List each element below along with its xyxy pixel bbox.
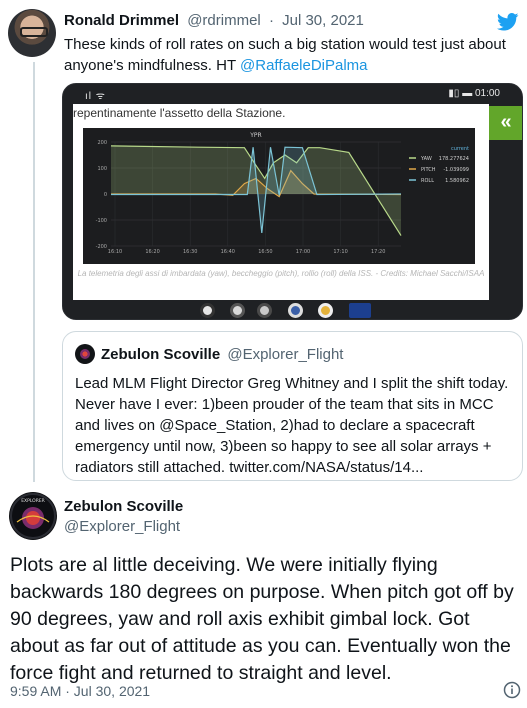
telemetry-chart: YPR 200 100 0 -100 -200 16:10 16:20 16:30 16:40 16… [83,128,475,264]
chart-title: YPR [249,132,261,139]
bird-icon[interactable] [497,13,519,31]
y-tick-label: 0 [104,192,107,198]
reply-tweet-header: Ronald Drimmel @rdrimmel · Jul 30, 2021 [64,12,364,29]
thread-line [33,62,35,482]
x-tick-label: 16:50 [258,249,272,255]
y-tick-label: 200 [97,140,107,146]
signal-icon: ıl ᯤ [85,91,106,102]
article-text: repentinamente l'assetto della Stazione. [73,106,286,120]
avatar[interactable]: EXPLORER [9,492,57,540]
legend-label: PITCH [421,167,436,173]
y-tick-label: -200 [96,244,107,250]
mission-patch-icon: EXPLORER [10,493,56,539]
phone-status-bar: ıl ᯤ ▮▯ ▬ 01:00 [63,84,522,104]
tweet-timestamp[interactable]: 9:59 AM · Jul 30, 2021 [10,683,150,699]
x-tick-label: 16:30 [183,249,197,255]
author-handle[interactable]: @Explorer_Flight [227,346,343,363]
legend-value: 1.580962 [445,178,469,184]
author-name[interactable]: Ronald Drimmel [64,12,179,29]
legend-value: -1.039099 [443,167,469,173]
mention-link[interactable]: @RaffaeleDiPalma [240,57,368,74]
x-tick-label: 17:20 [371,249,385,255]
battery-clock: ▮▯ ▬ 01:00 [448,88,500,99]
avatar[interactable] [8,9,56,57]
meta-separator: · [268,12,274,29]
x-tick-label: 16:40 [221,249,235,255]
esa-patch-icon [318,303,333,318]
quoted-tweet-text: Lead MLM Flight Director Greg Whitney an… [75,375,509,476]
agency-patch-icon [230,303,245,318]
avatar[interactable] [75,344,95,364]
legend-header: current [451,146,469,152]
logo-strip [63,300,522,319]
collapse-button[interactable]: « [489,106,522,140]
author-name[interactable]: Zebulon Scoville [64,498,183,515]
image-caption: La telemetria degli assi di imbardata (y… [77,269,485,278]
author-handle[interactable]: @rdrimmel [187,12,261,29]
legend-value: 178.277624 [439,156,469,162]
quoted-tweet[interactable]: Zebulon Scoville @Explorer_Flight Lead M… [62,331,523,481]
reply-tweet-text: These kinds of roll rates on such a big … [64,34,514,76]
quoted-tweet-header: Zebulon Scoville @Explorer_Flight [101,346,343,363]
info-icon[interactable] [503,681,521,699]
flag-icon [349,303,371,318]
tweet-media[interactable]: ıl ᯤ ▮▯ ▬ 01:00 repentinamente l'assetto… [62,83,523,320]
x-tick-label: 17:00 [296,249,310,255]
author-name[interactable]: Zebulon Scoville [101,346,220,363]
x-tick-label: 16:20 [145,249,159,255]
nasa-logo-icon [200,303,215,318]
mission-patch-icon [288,303,303,318]
chart-svg: YPR 200 100 0 -100 -20016:10 16:20 16:30 16:40 16… [96,132,469,255]
patch-text: EXPLORER [21,498,45,504]
tweet-date[interactable]: Jul 30, 2021 [282,12,364,29]
article-page: repentinamente l'assetto della Stazione.… [73,104,489,300]
legend-label: YAW [420,156,432,162]
main-tweet-text: Plots are al little deceiving. We were i… [10,554,514,684]
x-tick-label: 17:10 [333,249,347,255]
legend-label: ROLL [421,178,434,184]
y-tick-label: 100 [97,166,107,172]
author-handle[interactable]: @Explorer_Flight [64,518,180,535]
x-tick-label: 16:10 [108,249,122,255]
crew-patch-icon [257,303,272,318]
y-tick-label: -100 [96,218,107,224]
